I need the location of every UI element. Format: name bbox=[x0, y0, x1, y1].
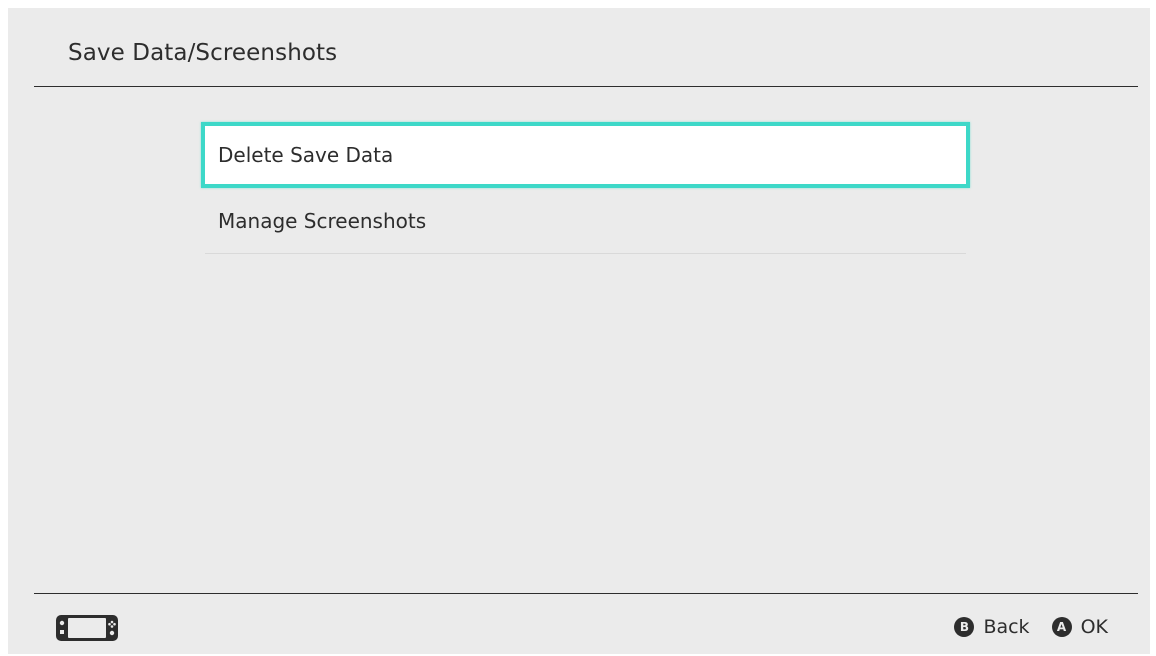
footer-divider bbox=[34, 593, 1138, 594]
b-button-icon: B bbox=[954, 617, 975, 637]
menu-item-delete-save-data[interactable]: Delete Save Data bbox=[201, 122, 970, 188]
a-button-icon: A bbox=[1051, 617, 1072, 637]
page-title: Save Data/Screenshots bbox=[68, 40, 338, 66]
ok-label: OK bbox=[1080, 616, 1108, 638]
header-divider bbox=[34, 86, 1138, 87]
back-button[interactable]: B Back bbox=[954, 616, 1030, 638]
back-label: Back bbox=[983, 616, 1030, 638]
handheld-console-icon bbox=[56, 615, 118, 641]
menu-item-manage-screenshots[interactable]: Manage Screenshots bbox=[205, 188, 966, 254]
menu-item-label: Delete Save Data bbox=[218, 143, 394, 167]
system-settings-screen: Save Data/Screenshots Delete Save Data M… bbox=[8, 8, 1150, 654]
menu-list: Delete Save Data Manage Screenshots bbox=[201, 122, 970, 254]
menu-item-label: Manage Screenshots bbox=[218, 208, 427, 233]
footer-actions: B Back A OK bbox=[954, 612, 1108, 642]
ok-button[interactable]: A OK bbox=[1051, 616, 1108, 638]
